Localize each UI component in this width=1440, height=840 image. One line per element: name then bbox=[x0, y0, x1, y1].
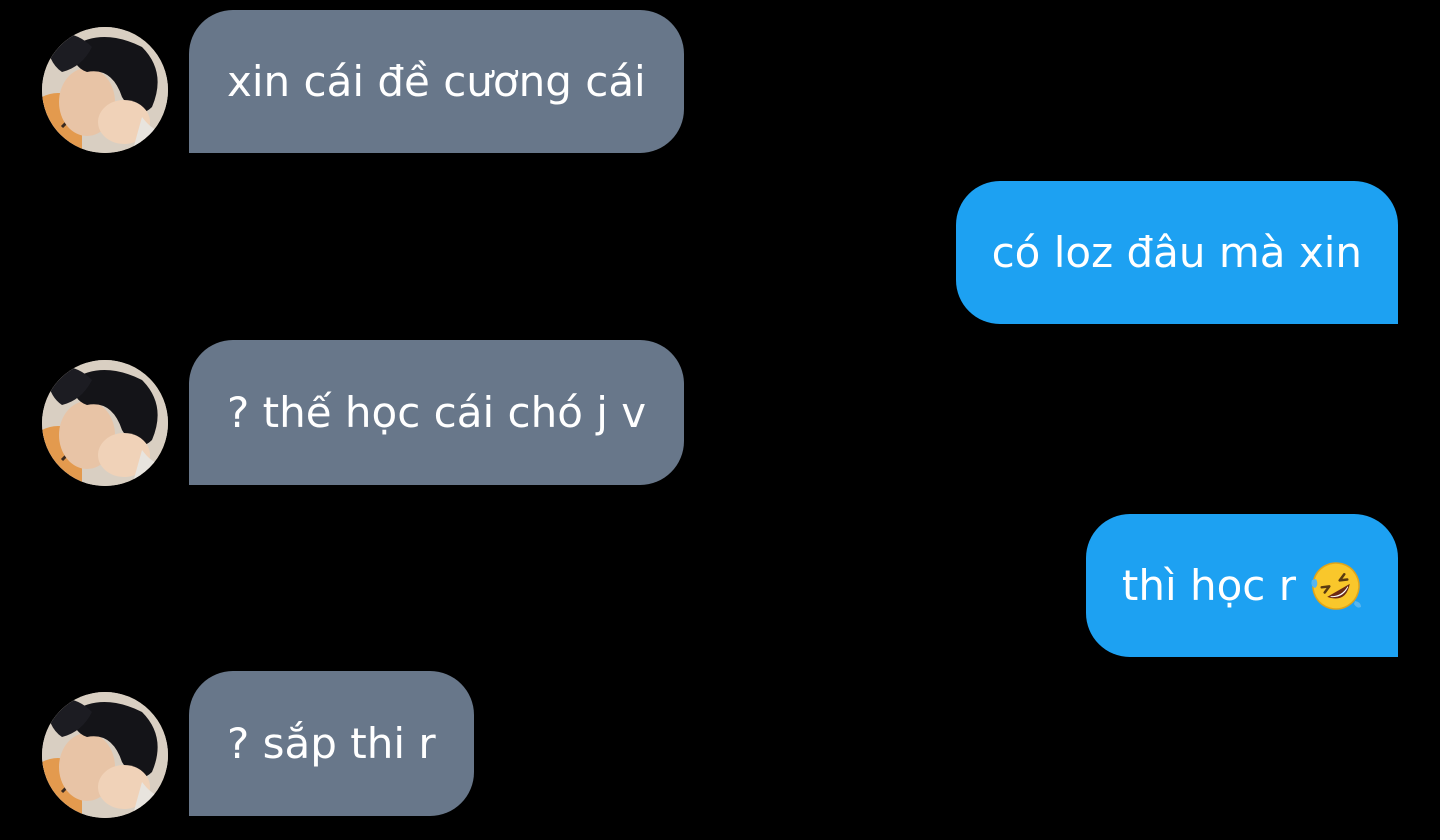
incoming-message-bubble[interactable]: ? thế học cái chó j v bbox=[189, 340, 685, 485]
contact-avatar[interactable] bbox=[42, 692, 168, 818]
rolling-on-floor-laughing-icon bbox=[1310, 560, 1362, 612]
incoming-message-bubble[interactable]: ? sắp thi r bbox=[189, 671, 474, 816]
avatar-photo-icon bbox=[42, 692, 168, 818]
message-text: ? thế học cái chó j v bbox=[227, 387, 647, 437]
avatar-photo-icon bbox=[42, 360, 168, 486]
message-text: xin cái đề cương cái bbox=[227, 56, 646, 106]
incoming-message-bubble[interactable]: xin cái đề cương cái bbox=[189, 10, 684, 153]
avatar-photo-icon bbox=[42, 27, 168, 153]
message-text: ? sắp thi r bbox=[227, 718, 436, 768]
chat-thread: xin cái đề cương cái có loz đâu mà xin ?… bbox=[0, 0, 1440, 840]
contact-avatar[interactable] bbox=[42, 27, 168, 153]
contact-avatar[interactable] bbox=[42, 360, 168, 486]
outgoing-message-bubble[interactable]: có loz đâu mà xin bbox=[955, 181, 1398, 324]
message-text: thì học r bbox=[1121, 560, 1296, 610]
message-text: có loz đâu mà xin bbox=[991, 227, 1362, 277]
outgoing-message-bubble[interactable]: thì học r bbox=[1085, 514, 1398, 657]
